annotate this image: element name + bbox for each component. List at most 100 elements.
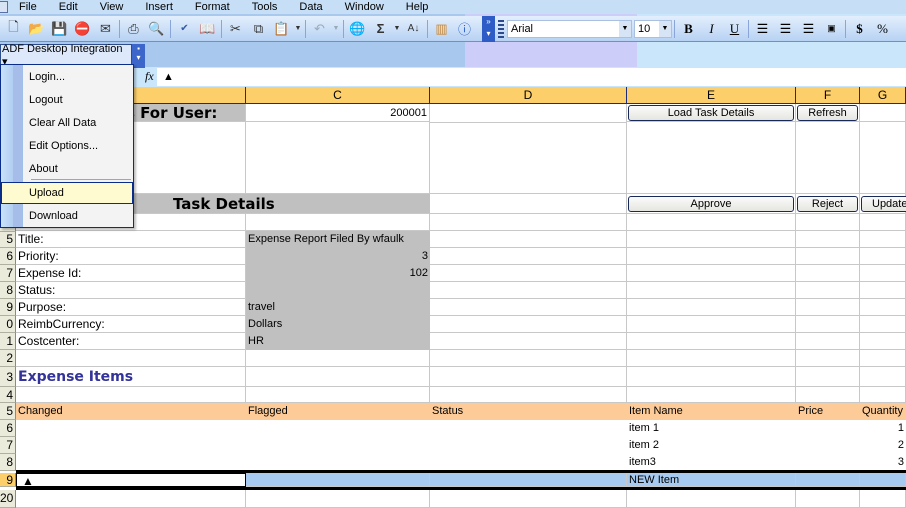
row-header[interactable]: 2 bbox=[0, 350, 16, 367]
detail-label[interactable]: Priority: bbox=[16, 248, 246, 265]
menu-item-edit-options[interactable]: Edit Options... bbox=[29, 139, 98, 153]
empty-cell[interactable] bbox=[430, 316, 627, 333]
menu-format[interactable]: Format bbox=[184, 0, 241, 14]
empty-cell[interactable] bbox=[796, 231, 860, 248]
cut-icon[interactable]: ✂ bbox=[224, 18, 247, 40]
cell-g1[interactable] bbox=[860, 104, 906, 122]
column-header-c[interactable]: C bbox=[246, 87, 430, 104]
empty-cell[interactable] bbox=[627, 265, 796, 282]
new-item-price-cell[interactable] bbox=[796, 473, 860, 487]
menu-item-logout[interactable]: Logout bbox=[29, 93, 63, 107]
column-header-d[interactable]: D bbox=[430, 87, 627, 104]
detail-label[interactable]: ReimbCurrency: bbox=[16, 316, 246, 333]
row-header[interactable]: 8 bbox=[0, 282, 16, 299]
item-changed-cell[interactable] bbox=[16, 420, 246, 437]
empty-cell[interactable] bbox=[860, 282, 906, 299]
cell-f20[interactable] bbox=[796, 490, 860, 508]
cell-e12[interactable] bbox=[627, 350, 796, 367]
cell-b12[interactable] bbox=[16, 350, 246, 367]
hyperlink-icon[interactable]: 🌐 bbox=[346, 18, 369, 40]
undo-icon[interactable]: ↶ bbox=[308, 18, 331, 40]
font-size-select[interactable]: 10 ▼ bbox=[634, 19, 672, 38]
open-icon[interactable]: 📂 bbox=[25, 18, 48, 40]
empty-cell[interactable] bbox=[627, 299, 796, 316]
new-item-quantity-cell[interactable] bbox=[860, 473, 906, 487]
column-header-f[interactable]: F bbox=[796, 87, 860, 104]
new-icon[interactable]: 🗋 bbox=[2, 18, 25, 40]
percent-button[interactable]: % bbox=[871, 18, 894, 40]
item-quantity-cell[interactable]: 2 bbox=[860, 437, 906, 454]
copy-icon[interactable]: ⧉ bbox=[247, 18, 270, 40]
excel-doc-icon[interactable] bbox=[0, 1, 8, 13]
empty-cell[interactable] bbox=[796, 265, 860, 282]
detail-value[interactable]: 3 bbox=[246, 248, 430, 265]
new-item-changed-cell[interactable]: ▲ bbox=[16, 473, 246, 487]
empty-cell[interactable] bbox=[860, 316, 906, 333]
cell-f13[interactable] bbox=[796, 367, 860, 387]
currency-button[interactable]: $ bbox=[848, 18, 871, 40]
empty-cell[interactable] bbox=[430, 333, 627, 350]
menu-window[interactable]: Window bbox=[334, 0, 395, 14]
cell-e4[interactable] bbox=[627, 214, 796, 231]
print-preview-icon[interactable]: 🔍 bbox=[145, 18, 168, 40]
align-right-icon[interactable]: ☰ bbox=[797, 18, 820, 40]
email-icon[interactable]: ✉ bbox=[94, 18, 117, 40]
toolbar-grip[interactable] bbox=[498, 19, 504, 38]
empty-cell[interactable] bbox=[430, 265, 627, 282]
cell-e14[interactable] bbox=[627, 387, 796, 403]
row-header[interactable]: 4 bbox=[0, 387, 16, 403]
empty-cell[interactable] bbox=[860, 299, 906, 316]
detail-label[interactable]: Expense Id: bbox=[16, 265, 246, 282]
bold-button[interactable]: B bbox=[677, 18, 700, 40]
menu-insert[interactable]: Insert bbox=[134, 0, 184, 14]
paste-dropdown-icon[interactable]: ▼ bbox=[293, 18, 303, 40]
row-header[interactable]: 5 bbox=[0, 403, 16, 420]
cell-d20[interactable] bbox=[430, 490, 627, 508]
item-price-cell[interactable] bbox=[796, 454, 860, 471]
row-header[interactable]: 6 bbox=[0, 420, 16, 437]
fx-icon[interactable]: fx bbox=[145, 69, 154, 84]
cell-d13[interactable] bbox=[430, 367, 627, 387]
table-header-price[interactable]: Price bbox=[796, 403, 860, 420]
new-item-name-cell[interactable]: NEW Item bbox=[627, 473, 796, 487]
detail-label[interactable]: Purpose: bbox=[16, 299, 246, 316]
detail-value[interactable]: Expense Report Filed By wfaulk bbox=[246, 231, 430, 248]
empty-cell[interactable] bbox=[430, 282, 627, 299]
cell-c2[interactable] bbox=[246, 122, 430, 194]
cell-e2[interactable] bbox=[627, 122, 796, 194]
spelling-icon[interactable]: ✔ bbox=[173, 18, 196, 40]
font-name-select[interactable]: Arial ▼ bbox=[507, 19, 632, 38]
item-flagged-cell[interactable] bbox=[246, 437, 430, 454]
cell-e13[interactable] bbox=[627, 367, 796, 387]
cell-e20[interactable] bbox=[627, 490, 796, 508]
empty-cell[interactable] bbox=[627, 282, 796, 299]
empty-cell[interactable] bbox=[796, 333, 860, 350]
empty-cell[interactable] bbox=[430, 231, 627, 248]
item-quantity-cell[interactable]: 1 bbox=[860, 420, 906, 437]
row-header-selected[interactable]: 9 bbox=[0, 473, 16, 487]
empty-cell[interactable] bbox=[627, 248, 796, 265]
row-header[interactable]: 9 bbox=[0, 299, 16, 316]
empty-cell[interactable] bbox=[860, 265, 906, 282]
item-flagged-cell[interactable] bbox=[246, 454, 430, 471]
load-task-details-button[interactable]: Load Task Details bbox=[628, 105, 794, 121]
empty-cell[interactable] bbox=[627, 333, 796, 350]
align-center-icon[interactable]: ☰ bbox=[774, 18, 797, 40]
empty-cell[interactable] bbox=[796, 299, 860, 316]
menu-item-download[interactable]: Download bbox=[29, 209, 78, 223]
item-price-cell[interactable] bbox=[796, 420, 860, 437]
empty-cell[interactable] bbox=[796, 316, 860, 333]
item-changed-cell[interactable] bbox=[16, 437, 246, 454]
empty-cell[interactable] bbox=[627, 316, 796, 333]
cell-f2[interactable] bbox=[796, 122, 860, 194]
undo-dropdown-icon[interactable]: ▼ bbox=[331, 18, 341, 40]
cell-d14[interactable] bbox=[430, 387, 627, 403]
refresh-button[interactable]: Refresh bbox=[797, 105, 858, 121]
adf-desktop-integration-menu[interactable]: ADF Desktop Integration ▾ bbox=[0, 43, 132, 68]
item-status-cell[interactable] bbox=[430, 437, 627, 454]
menu-item-upload[interactable]: Upload bbox=[29, 186, 64, 200]
research-icon[interactable]: 📖 bbox=[196, 18, 219, 40]
row-header[interactable]: 7 bbox=[0, 437, 16, 454]
menu-view[interactable]: View bbox=[89, 0, 135, 14]
cell-f14[interactable] bbox=[796, 387, 860, 403]
